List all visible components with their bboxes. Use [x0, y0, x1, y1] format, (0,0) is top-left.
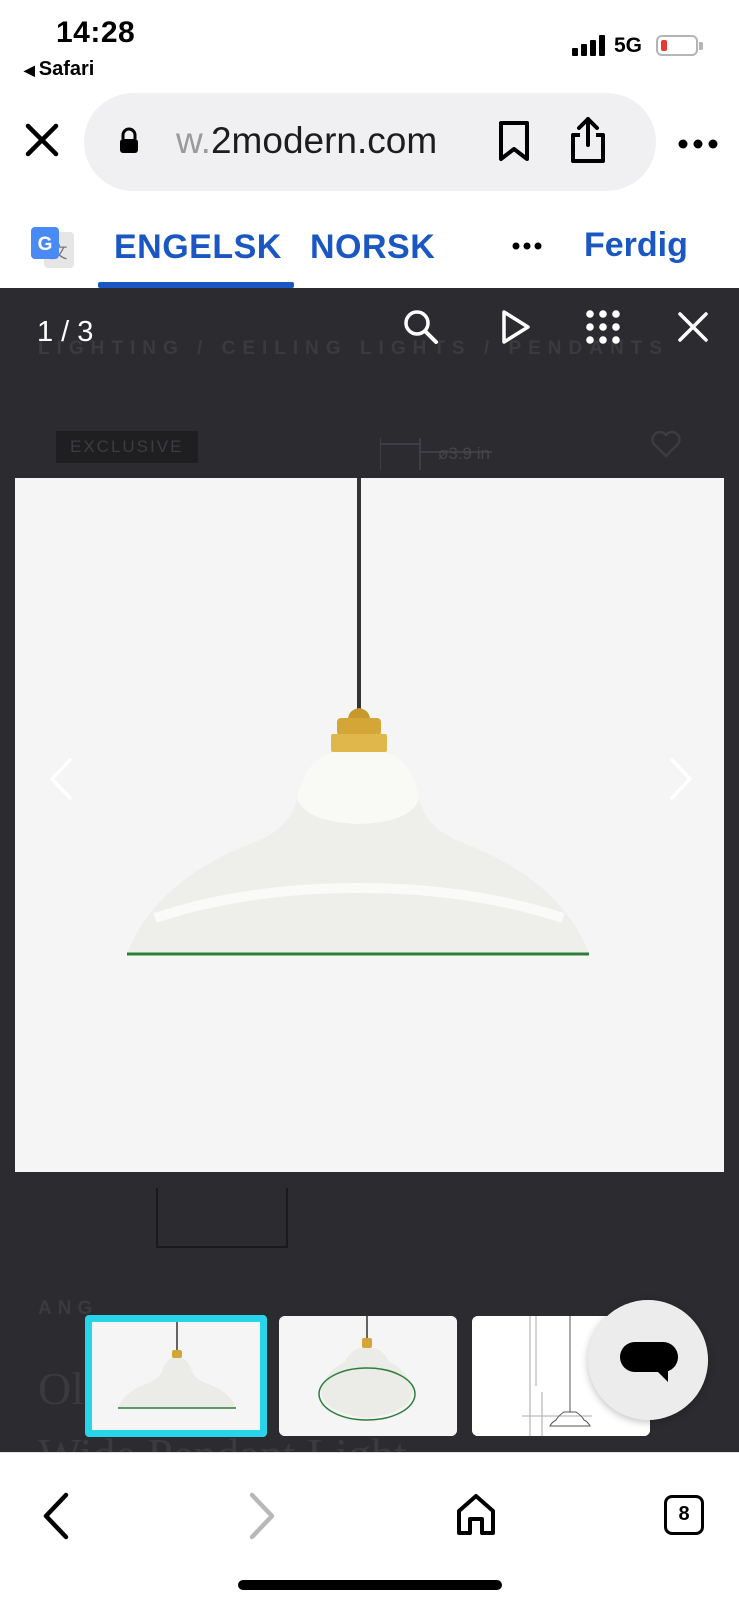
back-arrow-icon[interactable] [38, 1491, 72, 1541]
browser-toolbar: 8 [0, 1452, 739, 1600]
address-bar-row: w.2modern.com [0, 90, 739, 196]
zoom-icon[interactable] [400, 306, 442, 348]
back-to-app-link[interactable]: ◀ Safari [24, 58, 94, 81]
back-app-label: Safari [38, 58, 95, 80]
google-translate-icon: 文 G [31, 227, 74, 268]
network-type: 5G [614, 34, 643, 57]
translate-more-icon[interactable] [512, 242, 542, 250]
close-icon[interactable] [22, 120, 62, 160]
home-indicator [238, 1580, 502, 1590]
signal-strength-icon [572, 34, 606, 56]
chat-button[interactable] [588, 1300, 708, 1420]
background-breadcrumb: LIGHTING / CEILING LIGHTS / PENDANTS [38, 338, 669, 359]
next-image-arrow[interactable] [666, 756, 696, 802]
close-gallery-icon[interactable] [672, 306, 714, 348]
main-product-image[interactable] [15, 478, 724, 1172]
lock-icon [120, 127, 138, 153]
translate-bar: 文 G ENGELSK NORSK Ferdig [0, 196, 739, 288]
background-exclusive-badge: EXCLUSIVE [56, 431, 198, 463]
more-icon[interactable] [678, 138, 718, 150]
url-field[interactable]: w.2modern.com [84, 93, 656, 191]
tab-source-language[interactable]: ENGELSK [114, 228, 282, 267]
tab-target-language[interactable]: NORSK [310, 228, 435, 267]
tabs-button[interactable]: 8 [664, 1495, 704, 1535]
thumbnail-2[interactable] [279, 1316, 457, 1436]
previous-image-arrow[interactable] [46, 756, 76, 802]
url-faded-part: w. [176, 120, 211, 161]
status-time: 14:28 [56, 16, 136, 49]
image-gallery-overlay: LIGHTING / CEILING LIGHTS / PENDANTS EXC… [0, 288, 739, 1452]
done-button[interactable]: Ferdig [584, 226, 688, 265]
tabs-count: 8 [678, 1503, 690, 1525]
grid-icon[interactable] [582, 306, 624, 348]
heart-icon [651, 430, 681, 458]
play-slideshow-icon[interactable] [494, 306, 536, 348]
background-dimension-label: ø3.9 in [438, 444, 490, 463]
image-counter: 1 / 3 [37, 316, 94, 348]
svg-text:G: G [38, 234, 53, 255]
share-icon[interactable] [568, 115, 608, 165]
back-triangle-icon: ◀ [24, 62, 35, 78]
status-bar: 14:28 ◀ Safari 5G [0, 0, 739, 90]
url-domain: 2modern.com [210, 120, 438, 161]
forward-arrow-icon[interactable] [246, 1491, 280, 1541]
thumbnail-1-selected[interactable] [85, 1315, 267, 1437]
home-icon[interactable] [454, 1491, 498, 1537]
bookmark-icon[interactable] [496, 119, 532, 163]
background-thumbnail-frame [156, 1188, 288, 1248]
battery-icon [656, 35, 703, 56]
url-text: w.2modern.com [176, 120, 437, 162]
